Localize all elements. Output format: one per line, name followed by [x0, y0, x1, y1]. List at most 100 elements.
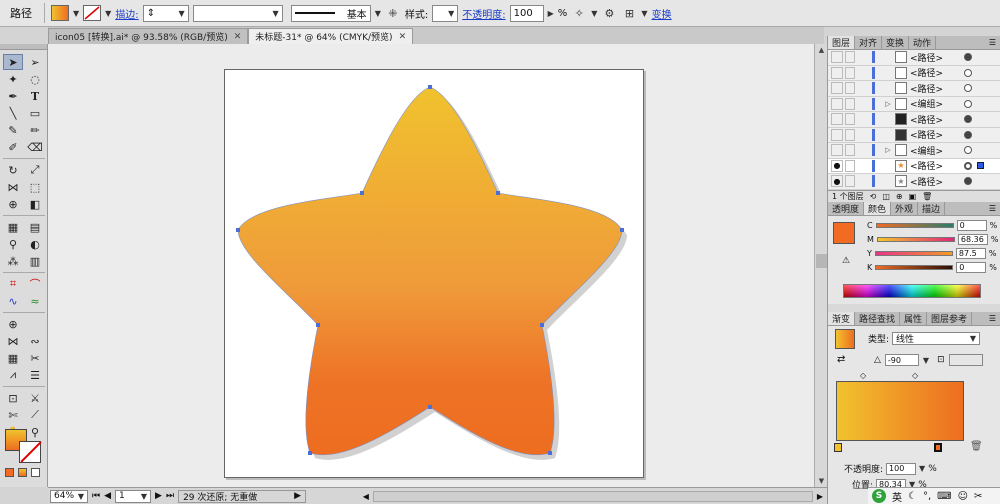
black-slider[interactable]	[875, 264, 954, 270]
eraser-tool-icon[interactable]: ⌫	[25, 139, 45, 155]
color-mode-button[interactable]	[5, 468, 14, 477]
expand-arrow-icon[interactable]: ▷	[883, 146, 893, 154]
fill-stroke-control[interactable]	[5, 429, 45, 463]
panel-menu-icon[interactable]: ☰	[985, 36, 1000, 49]
rectangle-tool-icon[interactable]: ▭	[25, 105, 45, 121]
black-row[interactable]: K 0%	[867, 260, 997, 274]
first-artboard-icon[interactable]: ⏮	[92, 491, 100, 501]
warp-tool-icon[interactable]: ⋈	[3, 333, 23, 349]
magic-wand-tool-icon[interactable]: ✦	[3, 71, 23, 87]
convert-anchor-tool-icon[interactable]: ∿	[3, 293, 23, 309]
visibility-toggle[interactable]	[831, 144, 843, 157]
variable-width-field[interactable]: ▼	[192, 4, 283, 22]
twirl-tool-icon[interactable]: ∾	[25, 333, 45, 349]
tab-attributes[interactable]: 属性	[900, 312, 928, 325]
ime-logo-icon[interactable]: S	[872, 489, 886, 503]
target-icon[interactable]	[964, 99, 972, 108]
fill-dropdown-icon[interactable]: ▼	[73, 9, 79, 18]
visibility-toggle[interactable]	[831, 66, 843, 79]
visibility-toggle[interactable]	[831, 51, 843, 64]
target-icon[interactable]	[964, 53, 972, 62]
ime-language[interactable]: 英	[892, 489, 902, 504]
horizontal-scroll-left-icon[interactable]: ◀	[363, 492, 369, 501]
scale-tool-icon[interactable]: ⤢	[25, 162, 45, 178]
ime-punctuation-icon[interactable]: °,	[923, 491, 931, 502]
new-sublayer-icon[interactable]: ⊕	[896, 192, 903, 201]
ime-user-icon[interactable]: ☺	[958, 491, 968, 502]
angle-value[interactable]: -90	[884, 354, 919, 366]
yellow-value[interactable]: 87.5	[955, 247, 986, 259]
target-icon[interactable]	[964, 161, 972, 170]
width-tool-icon[interactable]: ⋈	[3, 179, 23, 195]
magenta-row[interactable]: M 68.36%	[867, 232, 999, 246]
target-icon[interactable]	[964, 130, 972, 139]
yellow-slider[interactable]	[874, 250, 953, 256]
smooth-tool-icon[interactable]: ≈	[25, 293, 45, 309]
blob-brush-tool-icon[interactable]: ✐	[3, 139, 23, 155]
out-of-gamut-icon[interactable]: ⚠	[842, 256, 850, 266]
layer-row[interactable]: <路径>	[828, 50, 1000, 66]
layer-row[interactable]: <路径>	[828, 128, 1000, 143]
brush-definition-field[interactable]: 基本	[290, 4, 371, 22]
color-spectrum[interactable]	[843, 284, 981, 298]
layer-row-selected[interactable]: ● ★ <路径>	[828, 158, 1000, 174]
ime-moon-icon[interactable]: ☾	[908, 491, 917, 502]
tab-transparency[interactable]: 透明度	[828, 202, 865, 215]
new-layer-icon[interactable]: ▣	[909, 192, 917, 201]
midpoint-marker-icon[interactable]: ◇	[860, 371, 866, 380]
target-icon[interactable]	[964, 177, 972, 186]
eyedropper-tool-icon[interactable]: ⚲	[3, 236, 23, 252]
canvas-area[interactable]	[48, 44, 814, 487]
layer-row[interactable]: ● ★ <路径>	[828, 174, 1000, 190]
tab-stroke[interactable]: 描边	[918, 202, 946, 215]
target-icon[interactable]	[964, 84, 972, 93]
vertical-scrollbar[interactable]: ▲ ▼	[814, 44, 827, 487]
column-graph-tool-icon[interactable]: ▥	[25, 253, 45, 269]
layer-row[interactable]: ▷ <编组>	[828, 143, 1000, 159]
free-transform-tool-icon[interactable]: ⬚	[25, 179, 45, 195]
gradient-stop-end[interactable]	[934, 443, 942, 452]
last-artboard-icon[interactable]: ⏭	[166, 491, 174, 501]
line-tool-icon[interactable]: ╲	[3, 105, 23, 121]
midpoint-marker-icon[interactable]: ◇	[912, 371, 918, 380]
target-icon[interactable]	[964, 115, 972, 124]
expand-arrow-icon[interactable]: ▷	[883, 100, 893, 108]
scroll-thumb[interactable]	[816, 254, 827, 268]
stroke-none-swatch[interactable]	[19, 441, 41, 463]
lock-toggle[interactable]	[845, 128, 855, 141]
brush-dropdown-icon[interactable]: ▼	[375, 9, 381, 18]
ime-keyboard-icon[interactable]: ⌨	[937, 491, 951, 502]
panel-menu-icon[interactable]: ☰	[985, 202, 1000, 215]
stroke-weight-field[interactable]: ⇕ ▼	[142, 4, 189, 22]
graphic-style-field[interactable]: ▼	[432, 4, 459, 22]
lock-toggle[interactable]	[845, 113, 855, 126]
horizontal-scroll-right-icon[interactable]: ▶	[817, 492, 823, 501]
anchor-point-tool-icon[interactable]: ⌒	[25, 276, 45, 292]
layer-row[interactable]: <路径>	[828, 66, 1000, 81]
stroke-swatch[interactable]	[83, 5, 102, 21]
close-icon[interactable]: ✕	[234, 32, 242, 42]
opacity-link[interactable]: 不透明度:	[462, 6, 505, 21]
visibility-toggle[interactable]	[831, 128, 843, 141]
tab-layers[interactable]: 图层	[828, 36, 856, 49]
document-tab-untitled-31[interactable]: 未标题-31* @ 64% (CMYK/预览) ✕	[248, 28, 414, 44]
tab-actions[interactable]: 动作	[909, 36, 937, 49]
layer-row[interactable]: <路径>	[828, 81, 1000, 97]
recolor-artwork-icon[interactable]: ⁜	[385, 5, 401, 21]
lock-toggle[interactable]	[845, 66, 855, 79]
history-status[interactable]: 29 次还原; 无重做 ▶	[178, 489, 307, 503]
tab-layer-ref[interactable]: 图层参考	[927, 312, 973, 325]
target-icon[interactable]	[964, 68, 972, 77]
transform-link[interactable]: 变换	[652, 6, 672, 21]
ruler-tool-icon[interactable]: ⟋	[25, 407, 45, 423]
black-value[interactable]: 0	[956, 261, 987, 273]
artboard-tool-icon[interactable]: ⊡	[3, 390, 23, 406]
lock-toggle[interactable]	[845, 51, 855, 64]
tab-align[interactable]: 对齐	[855, 36, 883, 49]
live-paint-tool-icon[interactable]: ◧	[25, 196, 45, 212]
tab-appearance[interactable]: 外观	[891, 202, 919, 215]
cyan-value[interactable]: 0	[956, 219, 987, 231]
opacity-dropdown-icon[interactable]: ▶	[548, 9, 554, 18]
crosshair-tool-icon[interactable]: ⊕	[3, 316, 23, 332]
selection-tool-icon[interactable]: ➤	[3, 54, 23, 70]
